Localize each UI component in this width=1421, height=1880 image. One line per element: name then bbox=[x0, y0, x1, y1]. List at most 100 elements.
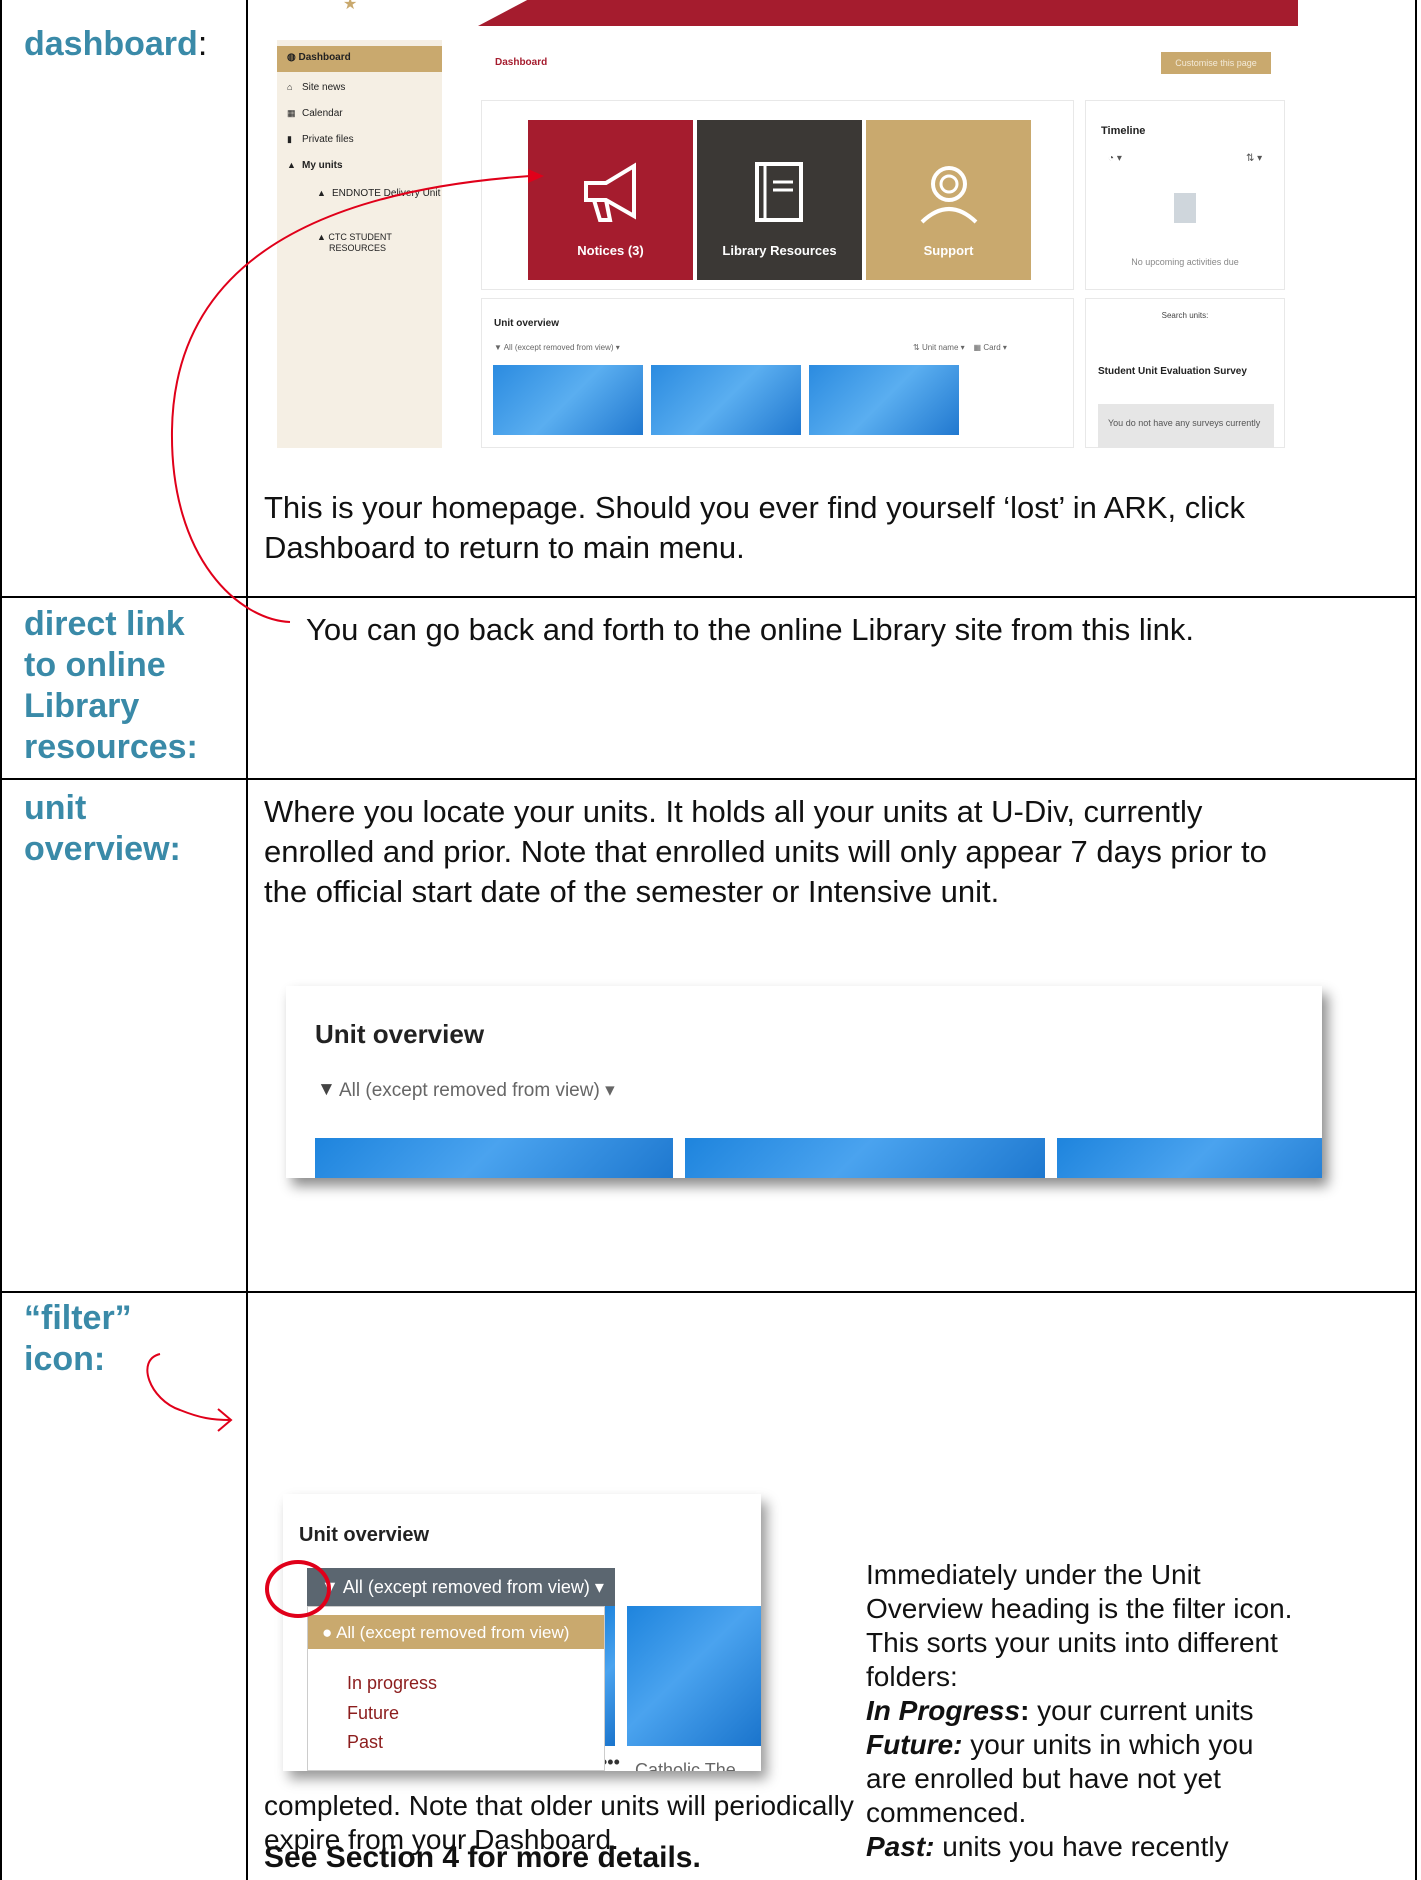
label-line: unit bbox=[24, 789, 87, 827]
unit-card[interactable] bbox=[1057, 1138, 1322, 1178]
survey-title: Student Unit Evaluation Survey bbox=[1098, 366, 1247, 377]
term-past: Past: bbox=[866, 1831, 935, 1862]
sidebar-item-label: Calendar bbox=[302, 108, 343, 119]
term-future: Future: bbox=[866, 1729, 963, 1760]
sidebar-item-label: Site news bbox=[302, 82, 346, 93]
direct-link-description: You can go back and forth to the online … bbox=[306, 612, 1195, 647]
view-label: Card bbox=[983, 343, 1001, 352]
unit-card[interactable] bbox=[627, 1606, 761, 1746]
grid-icon: ▦ bbox=[973, 343, 984, 352]
sidebar-item-my-units[interactable]: ▲ My units bbox=[287, 160, 343, 171]
unit-sort-controls[interactable]: ⇅ Unit name ▾ ▦ Card ▾ bbox=[913, 343, 1007, 352]
table-border-left bbox=[0, 0, 2, 1880]
sort-icon: ⇅ bbox=[913, 343, 922, 352]
sidebar-item-label: CTC STUDENT bbox=[328, 232, 392, 242]
graduation-cap-icon: ▲ bbox=[317, 188, 326, 198]
filter-label: All (except removed from view) bbox=[503, 343, 614, 352]
search-units-block: Search units: Student Unit Evaluation Su… bbox=[1085, 298, 1285, 448]
filter-option-in-progress[interactable]: In progress bbox=[347, 1673, 437, 1694]
filter-option-past[interactable]: Past bbox=[347, 1732, 383, 1753]
table-border-divider bbox=[246, 0, 248, 1880]
unit-overview-title: Unit overview bbox=[315, 1019, 485, 1049]
support-tile[interactable]: Support bbox=[866, 120, 1031, 280]
megaphone-icon bbox=[584, 162, 636, 222]
unit-filter-dropdown[interactable]: ▼ All (except removed from view) ▾ bbox=[494, 343, 620, 352]
text-line: enrolled and prior. Note that enrolled u… bbox=[264, 834, 1267, 869]
filter-menu: ● All (except removed from view) In prog… bbox=[307, 1606, 605, 1771]
sidebar-item-dashboard[interactable]: ◍ Dashboard bbox=[277, 46, 442, 72]
text-line: Past: units you have recently bbox=[866, 1830, 1292, 1864]
tile-label: Notices (3) bbox=[577, 243, 644, 258]
empty-list-icon bbox=[1174, 193, 1196, 223]
sidebar-item-calendar[interactable]: ▦ Calendar bbox=[287, 108, 343, 119]
term-text: your current units bbox=[1029, 1695, 1254, 1726]
label-dashboard-text: dashboard bbox=[24, 25, 198, 63]
sidebar-item-label: Dashboard bbox=[298, 52, 351, 63]
timeline-block: Timeline ◔ ▾ ⇅ ▾ No upcoming activities … bbox=[1085, 100, 1285, 290]
unit-card[interactable] bbox=[809, 365, 959, 435]
term-text: units you have recently bbox=[934, 1831, 1229, 1862]
sort-icon[interactable]: ⇅ ▾ bbox=[1246, 153, 1262, 164]
graduation-cap-icon: ▲ bbox=[287, 160, 296, 170]
sidebar-item-private-files[interactable]: ▮ Private files bbox=[287, 134, 354, 145]
text-line: Overview heading is the filter icon. bbox=[866, 1593, 1293, 1624]
star-icon: ★ bbox=[343, 0, 358, 13]
unit-card[interactable] bbox=[605, 1606, 615, 1746]
sidebar-item-label: My units bbox=[302, 160, 343, 171]
sidebar-item-site-news[interactable]: ⌂ Site news bbox=[287, 82, 345, 93]
highlight-circle bbox=[265, 1560, 331, 1618]
label-line: to online bbox=[24, 646, 166, 684]
label-filter-icon: “filter” icon: bbox=[24, 1298, 132, 1380]
graduation-cap-icon: ▲ bbox=[317, 232, 329, 242]
text-line: commenced. bbox=[866, 1797, 1027, 1828]
unit-filter-button[interactable]: ▼ All (except removed from view) ▾ bbox=[307, 1568, 615, 1606]
see-section-note: See Section 4 for more details. bbox=[264, 1841, 701, 1874]
filter-dropdown-screenshot: Unit overview ▼ All (except removed from… bbox=[283, 1494, 761, 1771]
label-line: overview: bbox=[24, 830, 181, 868]
row-separator bbox=[0, 778, 1417, 780]
customise-page-button[interactable]: Customise this page bbox=[1161, 52, 1271, 74]
label-line: “filter” bbox=[24, 1299, 132, 1337]
label-line: Library bbox=[24, 687, 140, 725]
label-line: resources: bbox=[24, 728, 198, 766]
dashboard-description: This is your homepage. Should you ever f… bbox=[264, 488, 1245, 568]
timeline-title: Timeline bbox=[1101, 125, 1146, 137]
filter-icon[interactable]: ▼ bbox=[317, 1079, 336, 1101]
filter-label: All (except removed from view) bbox=[339, 1080, 600, 1101]
sidebar-item-endnote-unit[interactable]: ▲ ENDNOTE Delivery Unit bbox=[317, 188, 440, 199]
file-icon: ▮ bbox=[287, 134, 292, 144]
option-label: All (except removed from view) bbox=[336, 1623, 570, 1642]
unit-card[interactable] bbox=[493, 365, 643, 435]
library-resources-tile[interactable]: Library Resources bbox=[697, 120, 862, 280]
sidebar-item-label: ENDNOTE Delivery Unit bbox=[332, 188, 441, 199]
search-units-label: Search units: bbox=[1161, 311, 1209, 320]
unit-overview-title: Unit overview bbox=[299, 1524, 430, 1546]
text-line: In Progress: your current units bbox=[866, 1694, 1292, 1728]
sidebar-item-ctc-resources[interactable]: ▲ CTC STUDENT RESOURCES bbox=[317, 232, 392, 254]
timeline-empty-text: No upcoming activities due bbox=[1131, 257, 1239, 267]
unit-filter-dropdown[interactable]: All (except removed from view) ▾ bbox=[339, 1079, 615, 1102]
unit-overview-title: Unit overview bbox=[494, 318, 560, 329]
notices-tile[interactable]: Notices (3) bbox=[528, 120, 693, 280]
home-icon: ⌂ bbox=[287, 82, 293, 92]
unit-card[interactable] bbox=[685, 1138, 1045, 1178]
filter-option-all[interactable]: ● All (except removed from view) bbox=[308, 1615, 604, 1649]
sidebar: ◍ Dashboard ⌂ Site news ▦ Calendar ▮ Privat… bbox=[277, 40, 442, 448]
text-line: completed. Note that older units will pe… bbox=[264, 1790, 854, 1821]
unit-card[interactable] bbox=[315, 1138, 673, 1178]
unit-overview-screenshot: Unit overview ▼ All (except removed from… bbox=[286, 986, 1322, 1178]
text-line: Future: your units in which you bbox=[866, 1728, 1292, 1762]
label-direct-link: direct link to online Library resources: bbox=[24, 604, 198, 768]
page-title: Dashboard bbox=[495, 57, 548, 68]
text-line: folders: bbox=[866, 1661, 958, 1692]
brand-header-band bbox=[478, 0, 1298, 26]
term-in-progress: In Progress bbox=[866, 1695, 1021, 1726]
row-separator bbox=[0, 596, 1417, 598]
filter-option-future[interactable]: Future bbox=[347, 1703, 399, 1724]
label-colon: : bbox=[197, 25, 208, 63]
label-line: icon: bbox=[24, 1340, 106, 1378]
unit-card[interactable] bbox=[651, 365, 801, 435]
term-colon: : bbox=[1020, 1695, 1030, 1726]
book-icon bbox=[755, 162, 803, 222]
clock-icon[interactable]: ◔ ▾ bbox=[1108, 153, 1122, 164]
